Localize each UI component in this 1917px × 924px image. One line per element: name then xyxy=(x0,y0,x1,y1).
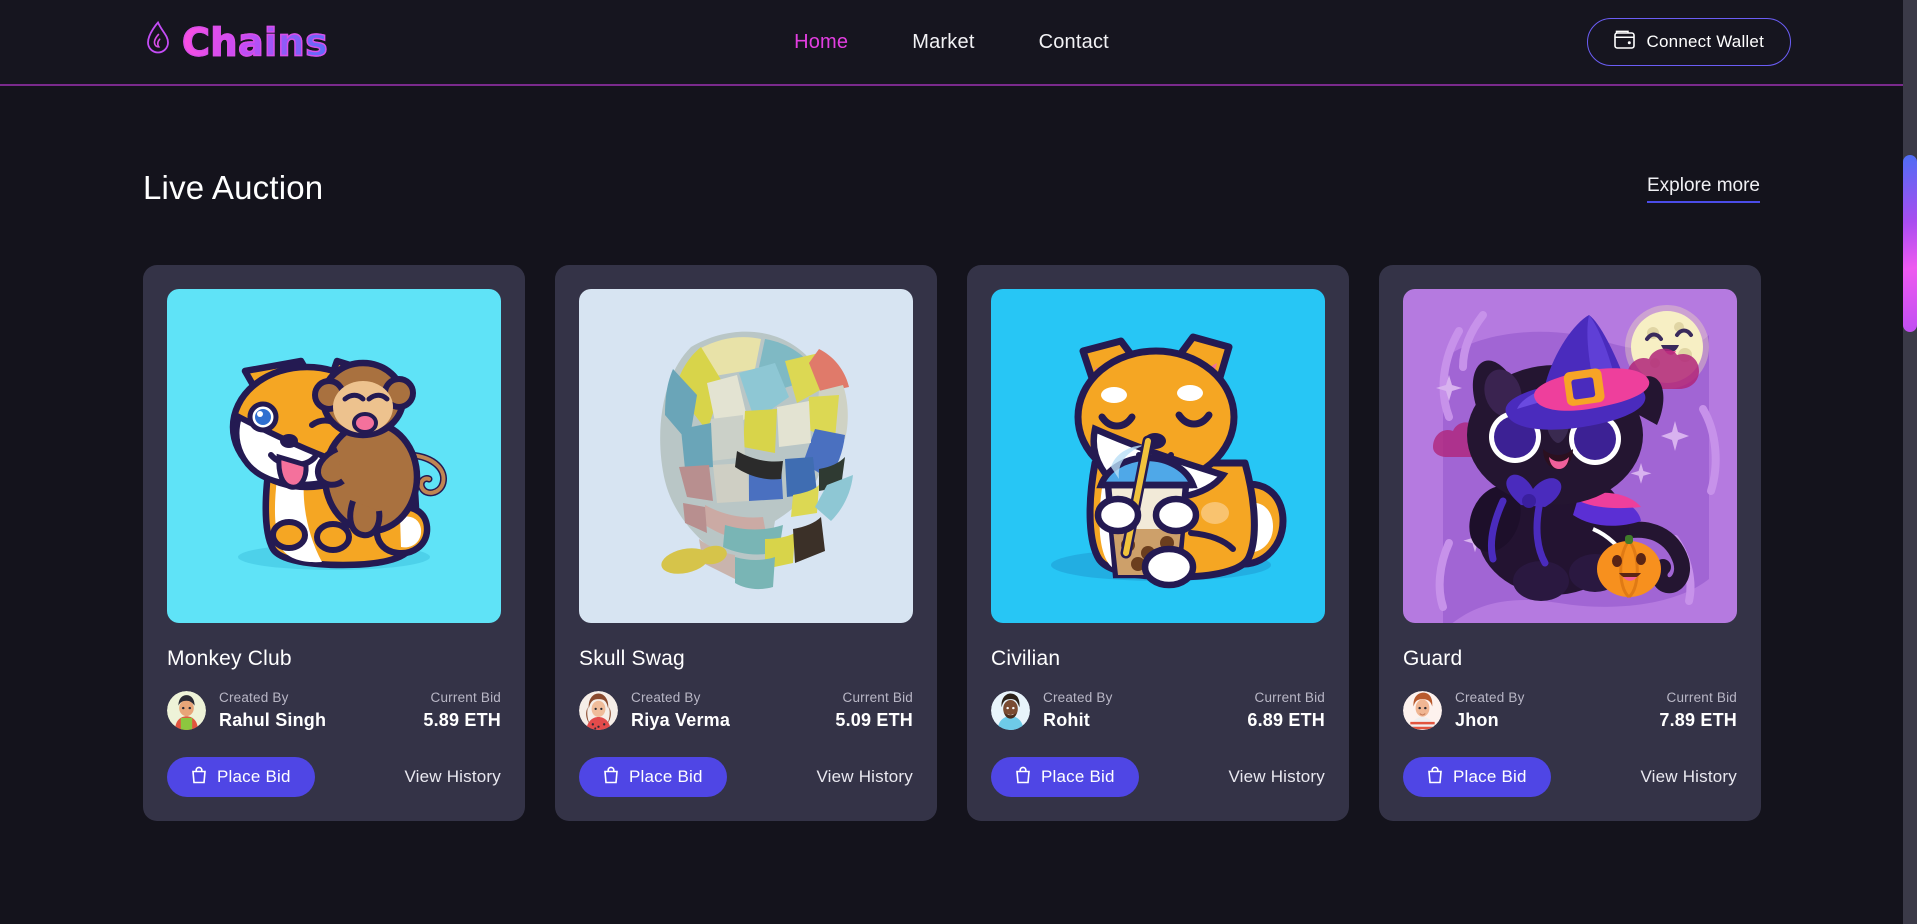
created-by-label: Created By xyxy=(631,690,701,705)
main-nav: Home Market Contact xyxy=(794,31,1109,54)
creator-block: Created By Jhon xyxy=(1403,690,1525,731)
creator-name: Rahul Singh xyxy=(219,710,327,730)
brand-name: Chains xyxy=(181,20,329,64)
page-title: Live Auction xyxy=(143,169,324,206)
current-bid-value: 5.89 ETH xyxy=(423,710,501,730)
avatar xyxy=(1403,691,1442,730)
nft-meta: Created By Riya Verma Current Bid 5.09 E… xyxy=(579,690,913,731)
auction-card[interactable]: Civilian Created By Rohit Current Bid 6.… xyxy=(967,265,1349,821)
bid-block: Current Bid 5.89 ETH xyxy=(423,690,501,731)
avatar xyxy=(991,691,1030,730)
view-history-link[interactable]: View History xyxy=(404,767,501,787)
card-actions: Place Bid View History xyxy=(167,757,501,797)
main-content: Live Auction Explore more Monkey Club Cr… xyxy=(0,169,1903,821)
current-bid-label: Current Bid xyxy=(1666,690,1737,705)
nav-item-market[interactable]: Market xyxy=(912,31,974,54)
nft-artwork-shiba-with-monkey[interactable] xyxy=(167,289,501,623)
page-scrollbar[interactable] xyxy=(1903,0,1917,924)
scrollbar-thumb[interactable] xyxy=(1903,155,1917,332)
creator-name: Riya Verma xyxy=(631,710,731,730)
current-bid-value: 7.89 ETH xyxy=(1659,710,1737,730)
bid-block: Current Bid 7.89 ETH xyxy=(1659,690,1737,731)
flame-icon xyxy=(143,20,173,64)
nft-title: Monkey Club xyxy=(167,647,292,670)
nft-meta: Created By Jhon Current Bid 7.89 ETH xyxy=(1403,690,1737,731)
brand-logo[interactable]: Chains xyxy=(143,20,329,64)
current-bid-label: Current Bid xyxy=(430,690,501,705)
current-bid-label: Current Bid xyxy=(1254,690,1325,705)
place-bid-button[interactable]: Place Bid xyxy=(1403,757,1551,797)
place-bid-button[interactable]: Place Bid xyxy=(579,757,727,797)
auction-card-list: Monkey Club Created By Rahul Singh Curre… xyxy=(143,265,1761,821)
card-actions: Place Bid View History xyxy=(579,757,913,797)
auction-card[interactable]: Skull Swag Created By Riya Verma Current… xyxy=(555,265,937,821)
shopping-bag-icon xyxy=(1015,766,1031,789)
creator-block: Created By Rohit xyxy=(991,690,1113,731)
creator-block: Created By Rahul Singh xyxy=(167,690,326,731)
place-bid-label: Place Bid xyxy=(217,767,291,786)
current-bid-value: 6.89 ETH xyxy=(1247,710,1325,730)
site-header: Chains Home Market Contact Connect Walle… xyxy=(0,0,1903,86)
created-by-label: Created By xyxy=(219,690,289,705)
creator-name: Jhon xyxy=(1455,710,1499,730)
shopping-bag-icon xyxy=(191,766,207,789)
nft-artwork-shiba-boba-tea[interactable] xyxy=(991,289,1325,623)
explore-more-link[interactable]: Explore more xyxy=(1647,175,1760,203)
place-bid-label: Place Bid xyxy=(629,767,703,786)
nft-artwork-painted-skull[interactable] xyxy=(579,289,913,623)
place-bid-button[interactable]: Place Bid xyxy=(991,757,1139,797)
wallet-icon xyxy=(1613,30,1635,54)
nft-title: Guard xyxy=(1403,647,1463,670)
bid-block: Current Bid 5.09 ETH xyxy=(835,690,913,731)
auction-card[interactable]: Guard Created By Jhon Current Bid 7.89 E… xyxy=(1379,265,1761,821)
card-actions: Place Bid View History xyxy=(991,757,1325,797)
current-bid-label: Current Bid xyxy=(842,690,913,705)
current-bid-value: 5.09 ETH xyxy=(835,710,913,730)
shopping-bag-icon xyxy=(1427,766,1443,789)
nft-title: Civilian xyxy=(991,647,1061,670)
connect-wallet-label: Connect Wallet xyxy=(1646,32,1764,51)
auction-card[interactable]: Monkey Club Created By Rahul Singh Curre… xyxy=(143,265,525,821)
nav-item-contact[interactable]: Contact xyxy=(1039,31,1109,54)
place-bid-label: Place Bid xyxy=(1041,767,1115,786)
nft-title: Skull Swag xyxy=(579,647,685,670)
bid-block: Current Bid 6.89 ETH xyxy=(1247,690,1325,731)
card-actions: Place Bid View History xyxy=(1403,757,1737,797)
created-by-label: Created By xyxy=(1043,690,1113,705)
created-by-label: Created By xyxy=(1455,690,1525,705)
view-history-link[interactable]: View History xyxy=(1228,767,1325,787)
section-header: Live Auction Explore more xyxy=(143,169,1760,207)
creator-name: Rohit xyxy=(1043,710,1090,730)
creator-block: Created By Riya Verma xyxy=(579,690,730,731)
shopping-bag-icon xyxy=(603,766,619,789)
nav-item-home[interactable]: Home xyxy=(794,31,848,54)
avatar xyxy=(167,691,206,730)
view-history-link[interactable]: View History xyxy=(816,767,913,787)
connect-wallet-button[interactable]: Connect Wallet xyxy=(1586,18,1791,66)
avatar xyxy=(579,691,618,730)
nft-artwork-witch-cat[interactable] xyxy=(1403,289,1737,623)
nft-meta: Created By Rahul Singh Current Bid 5.89 … xyxy=(167,690,501,731)
place-bid-button[interactable]: Place Bid xyxy=(167,757,315,797)
nft-meta: Created By Rohit Current Bid 6.89 ETH xyxy=(991,690,1325,731)
place-bid-label: Place Bid xyxy=(1453,767,1527,786)
view-history-link[interactable]: View History xyxy=(1640,767,1737,787)
